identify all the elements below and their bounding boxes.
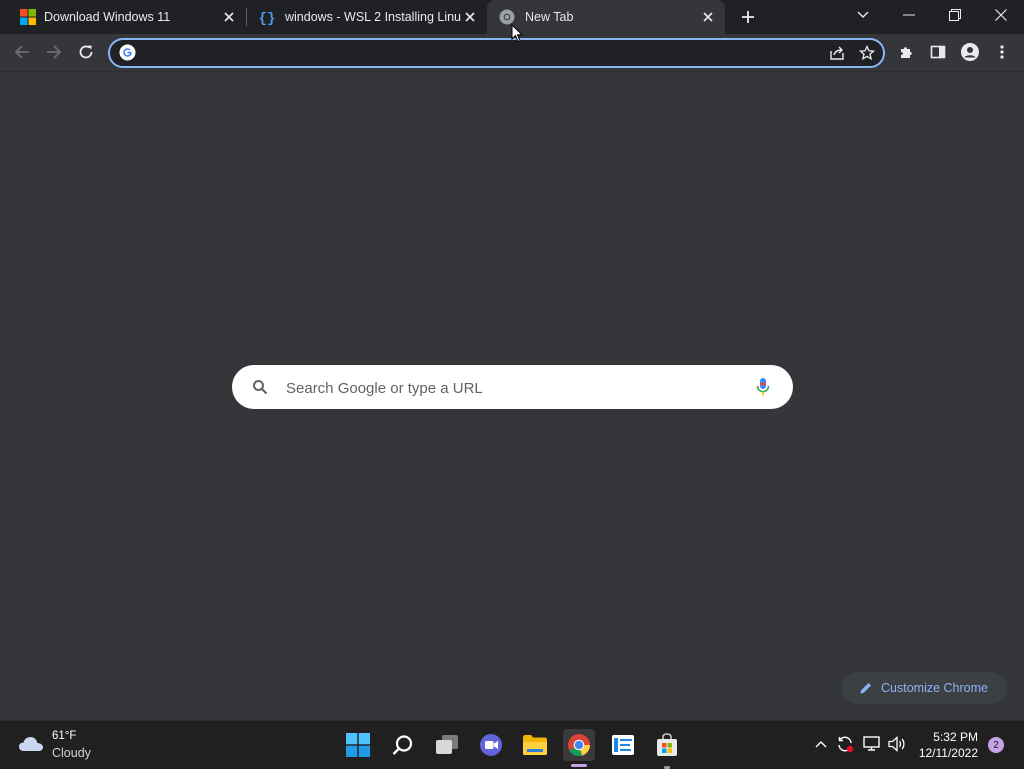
sync-status-button[interactable]: [835, 733, 855, 755]
ntp-search-box[interactable]: [232, 365, 793, 409]
weather-temperature: 61°F: [52, 730, 77, 742]
close-tab-icon[interactable]: [461, 8, 479, 26]
sync-icon: [838, 736, 854, 753]
network-status-button[interactable]: [862, 733, 882, 755]
task-view-button[interactable]: [431, 729, 463, 761]
microphone-icon[interactable]: [756, 377, 770, 397]
pencil-icon: [860, 683, 871, 694]
windows-logo-icon: [20, 9, 36, 25]
store-bag-icon: [657, 733, 677, 756]
tab-search-button[interactable]: [840, 0, 886, 30]
back-button[interactable]: [10, 40, 34, 64]
close-icon: [995, 9, 1007, 21]
start-button[interactable]: [342, 729, 374, 761]
close-window-button[interactable]: [978, 0, 1024, 30]
reload-button[interactable]: [74, 40, 98, 64]
profile-button[interactable]: [958, 40, 982, 64]
windows-taskbar: 61°F Cloudy 5:32 PM 12/11/2022 2: [0, 720, 1024, 769]
minimize-icon: [903, 14, 915, 16]
network-monitor-icon: [863, 736, 880, 751]
star-icon[interactable]: [859, 45, 875, 61]
notification-badge[interactable]: 2: [988, 737, 1004, 753]
minimize-button[interactable]: [886, 0, 932, 30]
weather-widget[interactable]: 61°F Cloudy: [0, 721, 120, 769]
side-panel-button[interactable]: [926, 40, 950, 64]
arrow-right-icon: [47, 45, 62, 59]
speaker-icon: [888, 736, 905, 752]
address-bar[interactable]: [108, 38, 885, 68]
tab-title: windows - WSL 2 Installing Linux: [285, 10, 461, 24]
chevron-down-icon: [857, 11, 869, 18]
folder-icon: [523, 735, 547, 755]
cloud-icon: [19, 737, 43, 751]
teams-chat-button[interactable]: [475, 729, 507, 761]
chrome-menu-button[interactable]: [990, 40, 1014, 64]
clock-time: 5:32 PM: [933, 730, 978, 744]
ntp-search-input[interactable]: [284, 376, 738, 400]
taskbar-search-button[interactable]: [387, 729, 419, 761]
chat-icon: [480, 734, 502, 756]
notepad-icon: [612, 735, 634, 755]
customize-label: Customize Chrome: [881, 681, 988, 695]
show-hidden-icons-button[interactable]: [811, 733, 831, 755]
new-tab-button[interactable]: [737, 6, 759, 28]
kebab-menu-icon: [1000, 45, 1004, 59]
taskbar-clock[interactable]: 5:32 PM 12/11/2022: [919, 729, 978, 761]
restore-button[interactable]: [932, 0, 978, 30]
share-icon[interactable]: [829, 45, 845, 61]
clock-date: 12/11/2022: [918, 746, 978, 760]
restore-icon: [949, 9, 961, 21]
side-panel-icon: [930, 45, 946, 59]
chrome-icon: [499, 9, 515, 25]
omnibox-input[interactable]: [148, 43, 802, 65]
plus-icon: [742, 11, 754, 23]
tab-download-windows[interactable]: Download Windows 11: [0, 0, 246, 34]
google-g-icon: [119, 44, 136, 61]
reload-icon: [79, 45, 93, 59]
arrow-left-icon: [14, 45, 29, 59]
tab-title: New Tab: [525, 10, 574, 24]
file-explorer-button[interactable]: [519, 729, 551, 761]
volume-button[interactable]: [887, 733, 907, 755]
curly-braces-icon: {}: [259, 9, 275, 25]
close-tab-icon[interactable]: [220, 8, 238, 26]
microsoft-store-button[interactable]: [651, 729, 683, 769]
task-view-icon: [436, 735, 458, 754]
puzzle-icon: [901, 47, 912, 58]
chevron-up-icon: [815, 741, 827, 748]
forward-button[interactable]: [42, 40, 66, 64]
close-tab-icon[interactable]: [699, 8, 717, 26]
mouse-cursor-icon: [511, 24, 523, 43]
extensions-button[interactable]: [894, 40, 918, 64]
search-icon: [392, 735, 413, 755]
avatar-icon: [961, 43, 979, 61]
chrome-icon: [568, 734, 590, 757]
weather-condition: Cloudy: [52, 746, 91, 760]
notepad-taskbar-button[interactable]: [607, 729, 639, 761]
tab-wsl[interactable]: {} windows - WSL 2 Installing Linux: [247, 0, 487, 34]
chrome-taskbar-button[interactable]: [563, 729, 595, 767]
svg-text:{}: {}: [259, 11, 275, 25]
customize-chrome-button[interactable]: Customize Chrome: [842, 672, 1007, 704]
active-app-indicator: [571, 764, 587, 767]
windows-start-icon: [346, 733, 370, 757]
tab-title: Download Windows 11: [44, 10, 171, 24]
search-icon: [253, 380, 268, 395]
